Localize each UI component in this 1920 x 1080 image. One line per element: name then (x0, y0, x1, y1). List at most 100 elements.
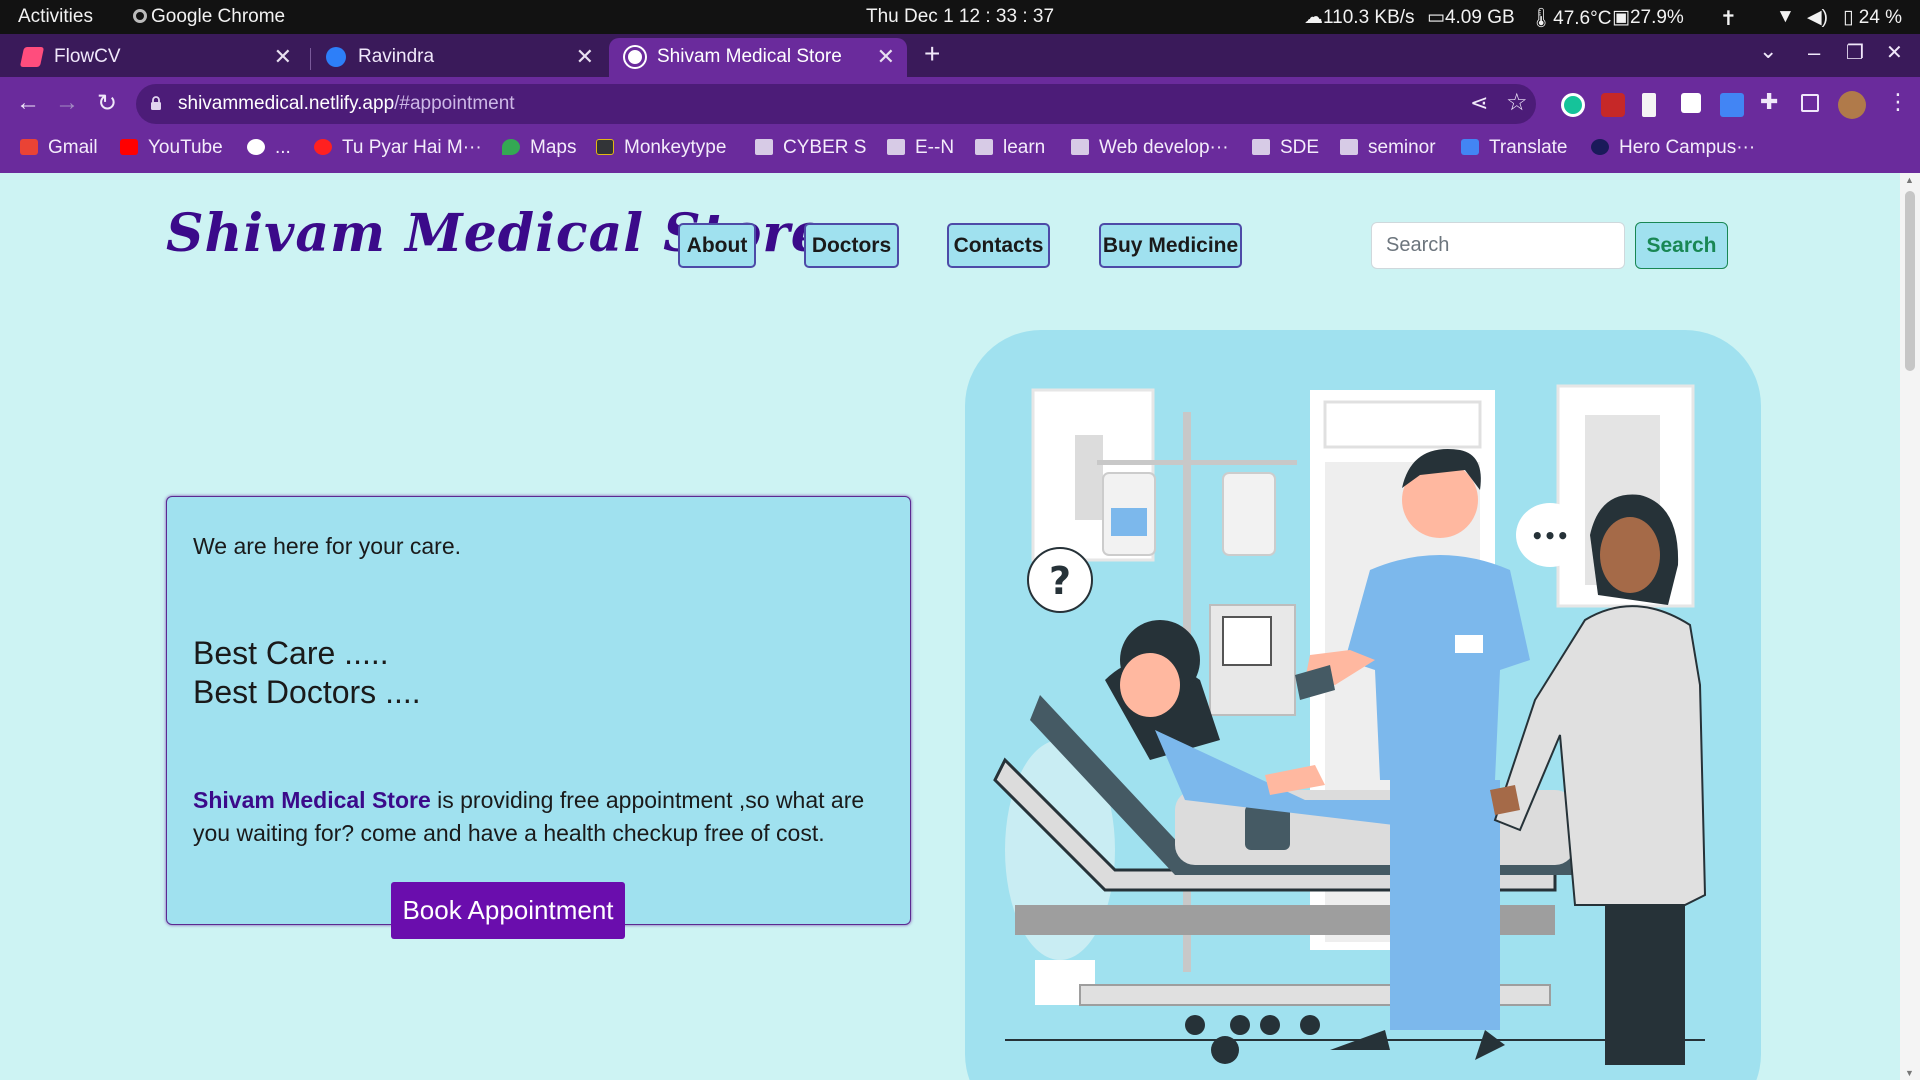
bookmark-folder-cyber-s[interactable]: CYBER S (755, 137, 866, 167)
bookmark-label: Web develop··· (1099, 137, 1229, 158)
globe-icon (247, 139, 265, 155)
bookmark-folder-web-develop[interactable]: Web develop··· (1071, 137, 1229, 167)
tab-shivam-medical-store[interactable]: Shivam Medical Store ✕ (609, 38, 907, 77)
app-menu[interactable]: Google Chrome (133, 6, 285, 28)
grammarly-extension-icon[interactable] (1561, 93, 1585, 117)
tab-close-icon[interactable]: ✕ (576, 44, 594, 70)
network-speed: ☁110.3 KB/s (1304, 6, 1415, 29)
bookmark-globe[interactable]: ... (247, 137, 291, 167)
search-button[interactable]: Search (1635, 222, 1728, 269)
bookmark-label: Hero Campus··· (1619, 137, 1756, 158)
volume-icon[interactable]: ◀) (1807, 6, 1828, 29)
tab-ravindra[interactable]: Ravindra ✕ (310, 38, 606, 77)
book-appointment-button[interactable]: Book Appointment (391, 882, 625, 939)
bookmark-youtube[interactable]: YouTube (120, 137, 223, 167)
folder-icon (1252, 139, 1270, 155)
tab-title: Shivam Medical Store (657, 46, 842, 67)
accessibility-icon[interactable]: ✝ (1720, 6, 1737, 31)
forward-button[interactable]: → (52, 89, 82, 117)
close-window-button[interactable]: ✕ (1886, 40, 1903, 65)
bookmark-label: Translate (1489, 137, 1568, 158)
extensions-puzzle-icon[interactable]: ✚ (1760, 89, 1778, 115)
tab-close-icon[interactable]: ✕ (877, 44, 895, 70)
tab-title: FlowCV (54, 46, 121, 67)
chrome-menu-icon[interactable]: ⋮ (1887, 89, 1909, 115)
translate-icon (1461, 139, 1479, 155)
bookmark-folder-seminor[interactable]: seminor (1340, 137, 1436, 167)
tab-close-icon[interactable]: ✕ (274, 44, 292, 70)
bookmark-label: E--N (915, 137, 955, 158)
activities-button[interactable]: Activities (18, 6, 93, 28)
disk-icon: ▣ (1612, 7, 1630, 28)
url-host: shivammedical.netlify.app (178, 93, 395, 114)
b-extension-icon[interactable] (1681, 93, 1701, 113)
new-tab-button[interactable]: + (924, 38, 940, 70)
ublock-extension-icon[interactable] (1601, 93, 1625, 117)
bookmark-translate[interactable]: Translate (1461, 137, 1568, 167)
folder-icon (755, 139, 773, 155)
minimize-button[interactable]: – (1808, 40, 1820, 66)
bookmark-label: learn (1003, 137, 1046, 158)
url-text[interactable]: shivammedical.netlify.app/#appointment (178, 93, 515, 115)
bookmark-gmail[interactable]: Gmail (20, 137, 98, 167)
bookmarks-bar: Gmail YouTube ... Tu Pyar Hai M··· Maps … (0, 131, 1920, 173)
bookmark-label: Monkeytype (624, 137, 727, 158)
bookmark-hero-campus[interactable]: Hero Campus··· (1591, 137, 1755, 167)
bookmark-label: seminor (1368, 137, 1436, 158)
folder-icon (1340, 139, 1358, 155)
memory-value: 4.09 GB (1444, 7, 1515, 28)
nav-doctors[interactable]: Doctors (804, 223, 899, 268)
search-input[interactable]: Search (1371, 222, 1625, 269)
cloud-download-icon: ☁ (1304, 7, 1323, 28)
youtube-icon (120, 139, 138, 155)
scroll-up-icon[interactable]: ▲ (1905, 175, 1914, 185)
ravindra-favicon-icon (326, 47, 346, 67)
bookmark-monkeytype[interactable]: Monkeytype (596, 137, 726, 167)
nav-contacts[interactable]: Contacts (947, 223, 1050, 268)
address-bar[interactable]: shivammedical.netlify.app/#appointment ⋖… (136, 84, 1536, 124)
flowcv-icon (19, 47, 45, 67)
bookmark-label: Tu Pyar Hai M··· (342, 137, 482, 158)
restore-button[interactable]: ❐ (1846, 40, 1864, 65)
reload-button[interactable]: ↻ (92, 89, 122, 118)
scrollbar-thumb[interactable] (1905, 191, 1915, 371)
bookmark-label: ... (275, 137, 291, 158)
back-button[interactable]: ← (13, 89, 43, 117)
side-panel-icon[interactable] (1801, 94, 1819, 112)
bookmark-folder-learn[interactable]: learn (975, 137, 1045, 167)
music-icon (314, 139, 332, 155)
hospital-illustration: ? ••• (965, 330, 1761, 1080)
nav-about[interactable]: About (678, 223, 756, 268)
disk-usage: ▣27.9% (1612, 6, 1684, 29)
clock[interactable]: Thu Dec 1 12 : 33 : 37 (866, 6, 1054, 28)
translate-extension-icon[interactable] (1720, 93, 1744, 117)
wifi-icon[interactable]: ▼ (1776, 6, 1795, 28)
temperature-value: 47.6°C (1553, 8, 1612, 29)
question-mark-icon: ? (1049, 559, 1071, 603)
battery-value: 24 % (1858, 7, 1903, 28)
care-store-name: Shivam Medical Store (193, 787, 431, 813)
cpu-temperature: 🌡47.6°C (1529, 6, 1611, 30)
network-speed-value: 110.3 KB/s (1323, 7, 1415, 28)
care-heading-line2: Best Doctors .... (193, 674, 421, 710)
tab-search-dropdown-icon[interactable]: ⌄ (1759, 38, 1777, 64)
battery-indicator[interactable]: ▯ 24 % (1843, 6, 1902, 29)
web-page: Shivam Medical Store About Doctors Conta… (0, 173, 1900, 1080)
nav-buy-medicine[interactable]: Buy Medicine (1099, 223, 1242, 268)
tab-flowcv[interactable]: FlowCV ✕ (6, 38, 304, 77)
bookmark-folder-sde[interactable]: SDE (1252, 137, 1319, 167)
bookmark-folder-e-n[interactable]: E--N (887, 137, 954, 167)
care-card: We are here for your care. Best Care ...… (166, 496, 911, 939)
bookmark-maps[interactable]: Maps (502, 137, 576, 167)
thermometer-icon: 🌡 (1529, 8, 1554, 29)
bookmark-tu-pyar-hai[interactable]: Tu Pyar Hai M··· (314, 137, 482, 167)
folder-icon (887, 139, 905, 155)
extension-icon[interactable] (1642, 93, 1656, 117)
lock-icon (151, 96, 161, 110)
profile-avatar[interactable] (1838, 91, 1866, 119)
share-icon[interactable]: ⋖ (1470, 90, 1488, 116)
scroll-down-icon[interactable]: ▼ (1905, 1068, 1914, 1078)
bookmark-star-icon[interactable]: ☆ (1506, 88, 1528, 117)
page-scrollbar[interactable]: ▲ ▼ (1900, 173, 1920, 1080)
system-top-bar: Activities Google Chrome Thu Dec 1 12 : … (0, 0, 1920, 34)
